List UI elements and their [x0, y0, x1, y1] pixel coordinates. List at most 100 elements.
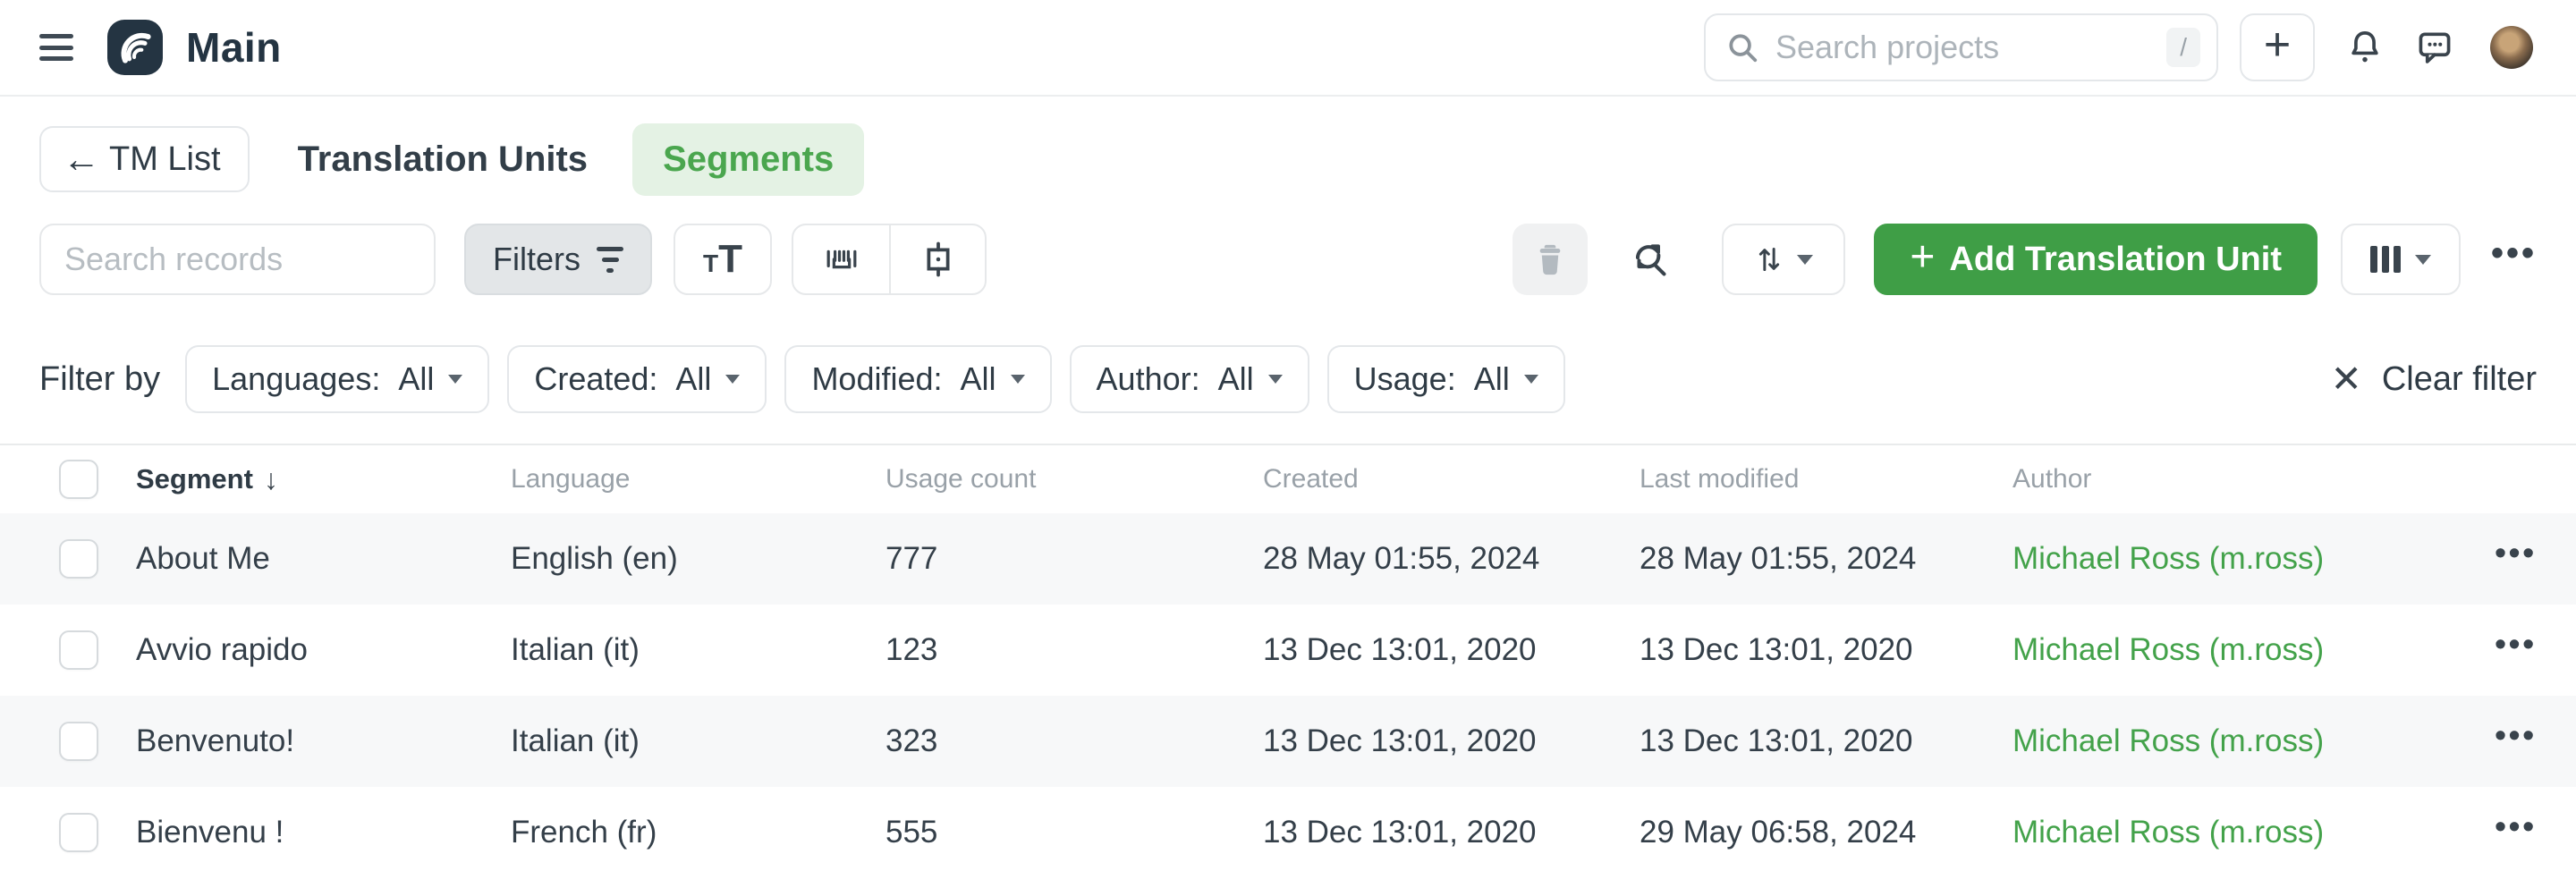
- row-more-button[interactable]: •••: [2479, 644, 2537, 656]
- filter-icon: [597, 247, 623, 273]
- delete-selected-button[interactable]: [1513, 224, 1588, 295]
- view-tabs-row: ← TM List Translation Units Segments: [0, 97, 2576, 222]
- cell-created: 13 Dec 13:01, 2020: [1263, 723, 1640, 759]
- cell-last-modified: 13 Dec 13:01, 2020: [1640, 723, 2012, 759]
- filter-value: All: [398, 360, 434, 398]
- table-row[interactable]: About Me English (en) 777 28 May 01:55, …: [0, 513, 2576, 605]
- sort-descending-icon: ↓: [264, 463, 278, 496]
- add-translation-unit-button[interactable]: + Add Translation Unit: [1874, 224, 2318, 295]
- cell-language: English (en): [511, 541, 886, 577]
- row-checkbox[interactable]: [59, 813, 98, 852]
- plus-icon: +: [1910, 236, 1935, 283]
- row-more-button[interactable]: •••: [2479, 826, 2537, 839]
- cell-created: 13 Dec 13:01, 2020: [1263, 632, 1640, 668]
- cell-last-modified: 13 Dec 13:01, 2020: [1640, 632, 2012, 668]
- barcode-icon: [823, 242, 860, 276]
- cell-language: French (fr): [511, 815, 886, 850]
- segments-table: Segment ↓ Language Usage count Created L…: [0, 444, 2576, 871]
- focus-frame-view-button[interactable]: [889, 225, 985, 293]
- close-icon: ✕: [2331, 360, 2362, 398]
- user-avatar[interactable]: [2490, 26, 2533, 69]
- cell-usage-count: 555: [886, 815, 1263, 850]
- filter-bar: Filter by Languages: All Created: All Mo…: [39, 345, 2537, 413]
- table-row[interactable]: Bienvenu ! French (fr) 555 13 Dec 13:01,…: [0, 787, 2576, 871]
- cell-last-modified: 29 May 06:58, 2024: [1640, 815, 2012, 850]
- find-replace-icon: [1629, 239, 1670, 280]
- table-row[interactable]: Avvio rapido Italian (it) 123 13 Dec 13:…: [0, 605, 2576, 696]
- filters-button[interactable]: Filters: [464, 224, 652, 295]
- notifications-button[interactable]: [2345, 28, 2385, 67]
- column-header-usage-count[interactable]: Usage count: [886, 464, 1263, 495]
- chevron-down-icon: [1524, 375, 1538, 384]
- row-more-button[interactable]: •••: [2479, 553, 2537, 565]
- select-all-checkbox[interactable]: [59, 460, 98, 499]
- add-button-label: Add Translation Unit: [1949, 241, 2282, 279]
- find-and-replace-button[interactable]: [1629, 239, 1670, 280]
- create-project-button[interactable]: +: [2240, 13, 2315, 81]
- tab-translation-units[interactable]: Translation Units: [298, 140, 589, 180]
- filter-languages[interactable]: Languages: All: [185, 345, 489, 413]
- search-projects-box[interactable]: /: [1704, 13, 2218, 81]
- feedback-button[interactable]: [2415, 28, 2454, 67]
- app-logo[interactable]: [107, 20, 163, 75]
- filter-value: All: [1218, 360, 1254, 398]
- columns-button[interactable]: [2341, 224, 2461, 295]
- filters-button-label: Filters: [493, 241, 580, 278]
- hamburger-menu-icon[interactable]: [39, 34, 73, 61]
- row-checkbox[interactable]: [59, 539, 98, 579]
- column-header-author[interactable]: Author: [2012, 464, 2479, 495]
- back-button-label: TM List: [109, 140, 221, 179]
- author-link[interactable]: Michael Ross (m.ross): [2012, 632, 2479, 668]
- table-header-row: Segment ↓ Language Usage count Created L…: [0, 444, 2576, 513]
- sort-order-button[interactable]: [1722, 224, 1845, 295]
- search-records-box[interactable]: [39, 224, 436, 295]
- row-checkbox[interactable]: [59, 630, 98, 670]
- cell-usage-count: 123: [886, 632, 1263, 668]
- cell-segment: About Me: [136, 541, 511, 577]
- column-header-label: Segment: [136, 463, 253, 495]
- column-header-last-modified[interactable]: Last modified: [1640, 464, 2012, 495]
- author-link[interactable]: Michael Ross (m.ross): [2012, 815, 2479, 850]
- back-arrow-icon: ←: [63, 140, 100, 178]
- search-records-input[interactable]: [64, 241, 411, 278]
- table-toolbar: Filters TT: [39, 224, 2537, 295]
- column-header-created[interactable]: Created: [1263, 464, 1640, 495]
- table-row[interactable]: Benvenuto! Italian (it) 323 13 Dec 13:01…: [0, 696, 2576, 787]
- filter-created[interactable]: Created: All: [507, 345, 767, 413]
- tab-segments[interactable]: Segments: [632, 123, 864, 196]
- page-title: Main: [186, 23, 282, 72]
- keyboard-shortcut-badge: /: [2166, 28, 2200, 67]
- chevron-down-icon: [448, 375, 462, 384]
- cell-segment: Bienvenu !: [136, 815, 511, 850]
- column-header-segment[interactable]: Segment ↓: [136, 463, 511, 496]
- text-size-toggle-button[interactable]: TT: [674, 224, 772, 295]
- chevron-down-icon: [2415, 255, 2431, 265]
- filter-value: All: [961, 360, 996, 398]
- clear-filter-label: Clear filter: [2382, 360, 2537, 399]
- row-checkbox[interactable]: [59, 722, 98, 761]
- filter-name: Usage:: [1354, 360, 1456, 398]
- row-more-button[interactable]: •••: [2479, 735, 2537, 748]
- clear-filter-button[interactable]: ✕ Clear filter: [2331, 360, 2537, 399]
- back-to-tm-list-button[interactable]: ← TM List: [39, 126, 250, 192]
- cell-last-modified: 28 May 01:55, 2024: [1640, 541, 2012, 577]
- search-icon: [1725, 30, 1759, 64]
- cell-language: Italian (it): [511, 723, 886, 759]
- filter-usage[interactable]: Usage: All: [1327, 345, 1565, 413]
- barcode-view-button[interactable]: [793, 225, 889, 293]
- cell-created: 13 Dec 13:01, 2020: [1263, 815, 1640, 850]
- cell-usage-count: 777: [886, 541, 1263, 577]
- search-projects-input[interactable]: [1775, 29, 2166, 66]
- author-link[interactable]: Michael Ross (m.ross): [2012, 541, 2479, 577]
- bell-icon: [2345, 28, 2385, 67]
- author-link[interactable]: Michael Ross (m.ross): [2012, 723, 2479, 759]
- filter-modified[interactable]: Modified: All: [784, 345, 1051, 413]
- crosshair-frame-icon: [920, 241, 956, 277]
- sort-arrows-icon: [1754, 243, 1784, 275]
- cell-segment: Avvio rapido: [136, 632, 511, 668]
- column-header-language[interactable]: Language: [511, 464, 886, 495]
- chevron-down-icon: [1011, 375, 1025, 384]
- filter-author[interactable]: Author: All: [1070, 345, 1309, 413]
- toolbar-more-button[interactable]: •••: [2491, 253, 2537, 266]
- chevron-down-icon: [1797, 255, 1813, 265]
